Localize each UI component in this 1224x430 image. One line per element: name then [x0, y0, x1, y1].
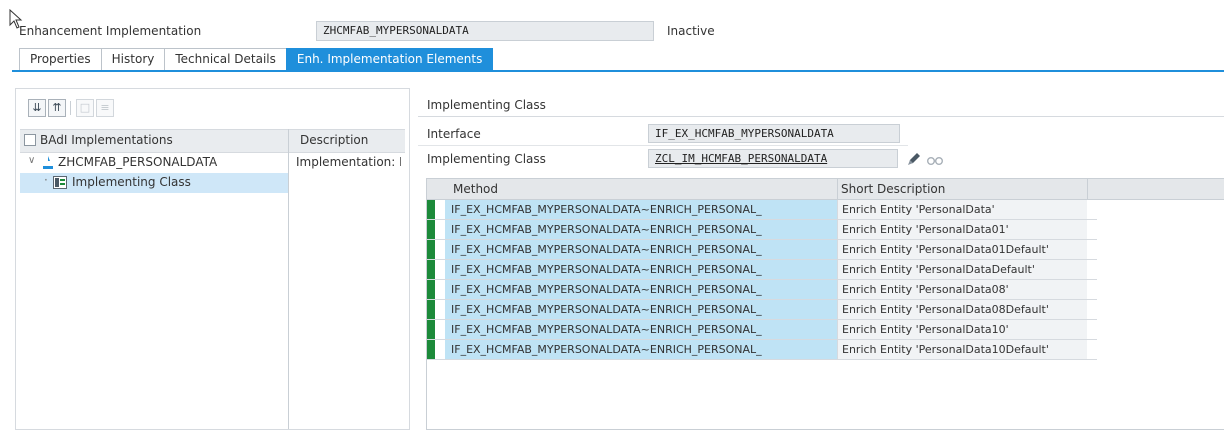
short-desc-cell: Enrich Entity 'PersonalData08': [837, 280, 1087, 299]
method-cell[interactable]: IF_EX_HCMFAB_MYPERSONALDATA~ENRICH_PERSO…: [445, 260, 837, 279]
status-text: Inactive: [667, 24, 715, 38]
tree-header-icon: [24, 134, 36, 146]
tree-node-implementing-class[interactable]: · Implementing Class: [20, 173, 289, 193]
table-row[interactable]: IF_EX_HCMFAB_MYPERSONALDATA~ENRICH_PERSO…: [427, 220, 1097, 240]
grid-header: Method Short Description: [427, 179, 1224, 200]
method-cell[interactable]: IF_EX_HCMFAB_MYPERSONALDATA~ENRICH_PERSO…: [445, 220, 837, 239]
row-status-icon[interactable]: [427, 340, 435, 359]
display-glasses-icon[interactable]: [926, 152, 944, 166]
section-title: Implementing Class: [427, 98, 546, 112]
tree-node-label: Implementing Class: [72, 175, 191, 189]
table-row[interactable]: IF_EX_HCMFAB_MYPERSONALDATA~ENRICH_PERSO…: [427, 340, 1097, 360]
method-cell[interactable]: IF_EX_HCMFAB_MYPERSONALDATA~ENRICH_PERSO…: [445, 340, 837, 359]
method-cell[interactable]: IF_EX_HCMFAB_MYPERSONALDATA~ENRICH_PERSO…: [445, 280, 837, 299]
table-row[interactable]: IF_EX_HCMFAB_MYPERSONALDATA~ENRICH_PERSO…: [427, 280, 1097, 300]
edit-pencil-icon[interactable]: [906, 151, 922, 167]
badi-tree-panel: ⇊ ⇈ □ ≡ BAdI Implementations Description…: [15, 88, 410, 430]
grid-col-short-desc: Short Description: [841, 182, 946, 196]
table-row[interactable]: IF_EX_HCMFAB_MYPERSONALDATA~ENRICH_PERSO…: [427, 240, 1097, 260]
row-status-icon[interactable]: [427, 200, 435, 219]
chevron-down-icon[interactable]: ∨: [28, 155, 35, 166]
delete-icon[interactable]: ≡: [96, 99, 114, 117]
short-desc-cell: Enrich Entity 'PersonalData01Default': [837, 240, 1087, 259]
expand-all-icon[interactable]: ⇊: [28, 99, 46, 117]
new-icon[interactable]: □: [76, 99, 94, 117]
row-status-icon[interactable]: [427, 320, 435, 339]
object-type-label: Enhancement Implementation: [19, 24, 202, 38]
tab-history[interactable]: History: [100, 48, 166, 70]
collapse-all-icon[interactable]: ⇈: [48, 99, 66, 117]
row-status-icon[interactable]: [427, 280, 435, 299]
class-label: Implementing Class: [427, 152, 546, 166]
tree-node-label: ZHCMFAB_PERSONALDATA: [58, 155, 218, 169]
section-divider: [418, 116, 1224, 117]
short-desc-cell: Enrich Entity 'PersonalDataDefault': [837, 260, 1087, 279]
tree-bullet: ·: [44, 173, 48, 187]
tree-col-name: BAdI Implementations: [40, 133, 173, 147]
row-status-icon[interactable]: [427, 220, 435, 239]
methods-grid: Method Short Description IF_EX_HCMFAB_MY…: [426, 178, 1224, 430]
short-desc-cell: Enrich Entity 'PersonalData08Default': [837, 300, 1087, 319]
class-icon: [53, 176, 67, 189]
tree-header: BAdI Implementations Description: [20, 129, 405, 153]
method-cell[interactable]: IF_EX_HCMFAB_MYPERSONALDATA~ENRICH_PERSO…: [445, 240, 837, 259]
field-divider: [418, 145, 908, 146]
implementing-class-panel: Implementing Class Interface IF_EX_HCMFA…: [418, 94, 1224, 430]
tab-properties[interactable]: Properties: [19, 48, 102, 70]
interface-field[interactable]: IF_EX_HCMFAB_MYPERSONALDATA: [648, 124, 900, 143]
table-row[interactable]: IF_EX_HCMFAB_MYPERSONALDATA~ENRICH_PERSO…: [427, 260, 1097, 280]
grid-col-method: Method: [453, 182, 499, 196]
interface-label: Interface: [427, 127, 481, 141]
tab-enh-implementation-elements[interactable]: Enh. Implementation Elements: [285, 48, 494, 70]
tree-node-badi[interactable]: ∨ ZHCMFAB_PERSONALDATA Implementation: E: [20, 153, 405, 173]
row-status-icon[interactable]: [427, 300, 435, 319]
tab-underline: [12, 70, 1224, 72]
table-row[interactable]: IF_EX_HCMFAB_MYPERSONALDATA~ENRICH_PERSO…: [427, 200, 1097, 220]
short-desc-cell: Enrich Entity 'PersonalData01': [837, 220, 1087, 239]
method-cell[interactable]: IF_EX_HCMFAB_MYPERSONALDATA~ENRICH_PERSO…: [445, 320, 837, 339]
grid-col-divider: [837, 179, 838, 199]
object-name-field[interactable]: ZHCMFAB_MYPERSONALDATA: [316, 21, 654, 41]
short-desc-cell: Enrich Entity 'PersonalData': [837, 200, 1087, 219]
tree-column-divider: [288, 129, 289, 429]
row-status-icon[interactable]: [427, 260, 435, 279]
method-cell[interactable]: IF_EX_HCMFAB_MYPERSONALDATA~ENRICH_PERSO…: [445, 300, 837, 319]
short-desc-cell: Enrich Entity 'PersonalData10Default': [837, 340, 1087, 359]
tab-strip: Properties History Technical Details Enh…: [19, 48, 494, 70]
table-row[interactable]: IF_EX_HCMFAB_MYPERSONALDATA~ENRICH_PERSO…: [427, 300, 1097, 320]
short-desc-cell: Enrich Entity 'PersonalData10': [837, 320, 1087, 339]
row-status-icon[interactable]: [427, 240, 435, 259]
tab-technical-details[interactable]: Technical Details: [164, 48, 287, 70]
grid-col-divider: [1087, 179, 1088, 199]
table-row[interactable]: IF_EX_HCMFAB_MYPERSONALDATA~ENRICH_PERSO…: [427, 320, 1097, 340]
tree-node-desc: Implementation: E: [296, 155, 401, 169]
toolbar-separator: [70, 101, 71, 115]
tree-col-desc: Description: [300, 133, 369, 147]
method-cell[interactable]: IF_EX_HCMFAB_MYPERSONALDATA~ENRICH_PERSO…: [445, 200, 837, 219]
implementing-class-field[interactable]: ZCL_IM_HCMFAB_PERSONALDATA: [648, 149, 898, 168]
badi-implementation-icon: [43, 156, 53, 169]
